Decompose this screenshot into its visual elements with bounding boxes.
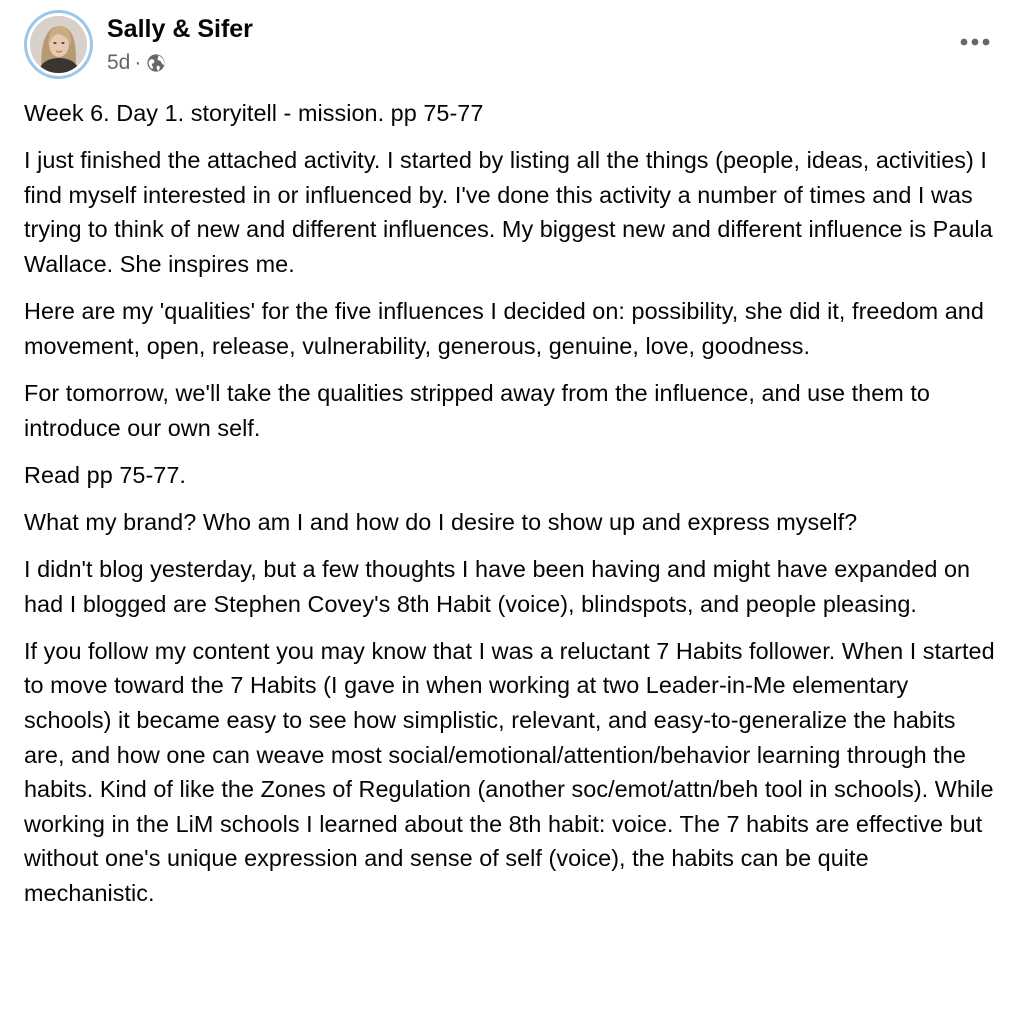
post-paragraph: Week 6. Day 1. storyitell - mission. pp … [24, 100, 484, 126]
post-paragraph: Here are my 'qualities' for the five inf… [24, 298, 984, 359]
post-paragraph: For tomorrow, we'll take the qualities s… [24, 379, 930, 441]
post-timestamp[interactable]: 5d [107, 51, 130, 75]
facebook-post: Sally & Sifer 5d · Week 6. Day 1. storyi [0, 0, 1021, 1024]
post-paragraph: If you follow my content you may know th… [24, 637, 995, 907]
author-name[interactable]: Sally & Sifer [107, 14, 253, 44]
post-paragraph: What my brand? Who am I and how do I des… [24, 508, 858, 535]
post-paragraph: Read pp 75-77. [24, 461, 186, 488]
more-options-icon [960, 38, 990, 46]
post-body: Week 6. Day 1. storyitell - mission. pp … [24, 96, 999, 923]
post-meta: 5d · [107, 50, 166, 76]
globe-icon[interactable] [146, 53, 166, 73]
post-paragraph: I didn't blog yesterday, but a few thoug… [24, 556, 971, 617]
profile-photo [30, 16, 87, 73]
meta-separator: · [134, 51, 142, 74]
avatar[interactable] [24, 10, 93, 79]
post-header: Sally & Sifer 5d · [24, 10, 997, 82]
post-paragraph: I just finished the attached activity. I… [24, 147, 993, 277]
more-options-button[interactable] [953, 20, 997, 64]
profile-photo-image [30, 16, 87, 73]
